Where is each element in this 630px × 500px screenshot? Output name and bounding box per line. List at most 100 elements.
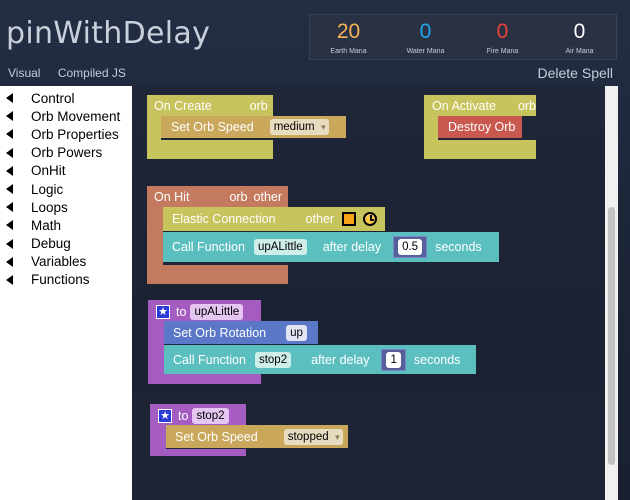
call-function-block-stop2[interactable]: Call Function stop2 after delay 1 second… [164,345,476,374]
seconds-label: seconds [413,352,461,367]
mana-panel: 20 Earth Mana 0 Water Mana 0 Fire Mana 0… [309,14,617,60]
category-loops[interactable]: Loops [0,198,132,216]
mode-tabs: Visual Compiled JS [8,66,140,80]
elastic-connection-arg: other [305,212,335,226]
after-delay-label: after delay [322,240,382,254]
set-orb-speed-block-stop2[interactable]: Set Orb Speed stopped [166,425,348,448]
call-function-label: Call Function [172,240,245,254]
delay-value-field[interactable]: 1 [386,351,401,368]
air-mana: 0 Air Mana [541,15,618,55]
workspace-scrollbar-thumb[interactable] [608,207,615,465]
category-label: Math [31,217,62,233]
water-mana: 0 Water Mana [387,15,464,55]
on-activate-header: On Activate orb [432,97,536,114]
fire-mana-value: 0 [496,20,509,43]
set-orb-speed-block[interactable]: Set Orb Speed medium [161,116,346,138]
star-icon: ★ [158,408,172,423]
category-variables[interactable]: Variables [0,253,132,271]
set-orb-rotation-block[interactable]: Set Orb Rotation up [164,321,318,344]
expand-arrow-icon [6,111,13,122]
set-orb-speed-label: Set Orb Speed [171,120,254,134]
elastic-connection-label: Elastic Connection [172,212,276,226]
on-hit-label: On Hit [154,189,190,204]
expand-arrow-icon [6,165,13,176]
elastic-connection-block[interactable]: Elastic Connection other [163,207,385,231]
category-orb-properties[interactable]: Orb Properties [0,125,132,143]
rotation-dropdown[interactable]: up [286,324,307,341]
on-activate-label: On Activate [432,98,496,113]
expand-arrow-icon [6,93,13,104]
speed-dropdown[interactable]: stopped [283,428,343,445]
category-label: Logic [31,181,64,197]
seconds-label: seconds [435,240,482,254]
expand-arrow-icon [6,256,13,267]
expand-arrow-icon [6,147,13,158]
expand-arrow-icon [6,220,13,231]
expand-arrow-icon [6,202,13,213]
category-orb-movement[interactable]: Orb Movement [0,107,132,125]
category-label: Orb Powers [31,145,103,161]
on-hit-header: On Hit orb other [154,188,282,205]
delay-value-slot[interactable]: 0.5 [393,236,428,258]
delay-value-slot[interactable]: 1 [381,348,406,371]
expand-arrow-icon [6,238,13,249]
function-name-uplittle[interactable]: upALittle [190,303,244,320]
water-mana-value: 0 [419,20,432,43]
expand-arrow-icon [6,184,13,195]
fire-mana-label: Fire Mana [486,48,519,55]
function-name-field[interactable]: stop2 [254,351,292,368]
category-label: Functions [31,272,90,288]
category-label: Variables [31,254,87,270]
delete-spell-button[interactable]: Delete Spell [538,65,614,81]
set-orb-rotation-label: Set Orb Rotation [173,325,267,340]
category-label: Loops [31,199,68,215]
block-workspace[interactable]: On Create orb Set Orb Speed medium On Ac… [132,86,618,500]
call-function-label: Call Function [173,352,246,367]
category-control[interactable]: Control [0,89,132,107]
earth-mana-value: 20 [336,20,361,43]
set-orb-speed-label: Set Orb Speed [175,429,258,444]
category-orb-powers[interactable]: Orb Powers [0,144,132,162]
water-mana-label: Water Mana [406,48,445,55]
expand-arrow-icon [6,274,13,285]
fire-mana: 0 Fire Mana [464,15,541,55]
on-hit-param-orb: orb [229,189,248,204]
expand-arrow-icon [6,129,13,140]
function-name-field[interactable]: upALittle [253,239,307,255]
category-label: OnHit [31,163,66,179]
on-hit-param-other: other [253,189,283,204]
category-label: Debug [31,236,71,252]
clock-icon [363,212,378,226]
call-function-block-uplittle[interactable]: Call Function upALittle after delay 0.5 … [163,232,499,262]
destroy-orb-block[interactable]: Destroy Orb [438,116,522,138]
category-logic[interactable]: Logic [0,180,132,198]
air-mana-label: Air Mana [565,48,594,55]
tab-visual[interactable]: Visual [8,66,40,80]
earth-mana-label: Earth Mana [330,48,367,55]
on-create-param: orb [249,98,268,113]
category-label: Orb Properties [31,126,119,142]
spell-title: pinWithDelay [6,16,211,51]
orange-square-icon [342,212,357,226]
destroy-orb-label: Destroy Orb [448,120,516,134]
on-create-header: On Create orb [154,97,268,114]
tab-compiled-js[interactable]: Compiled JS [58,66,126,80]
function-header-stop2: ★ to stop2 [158,407,229,424]
category-debug[interactable]: Debug [0,235,132,253]
air-mana-value: 0 [573,20,586,43]
category-label: Orb Movement [31,108,121,124]
on-activate-param: orb [517,98,537,113]
category-functions[interactable]: Functions [0,271,132,289]
function-to-label: to [176,304,187,319]
category-math[interactable]: Math [0,216,132,234]
speed-dropdown[interactable]: medium [269,119,329,135]
function-header-uplittle: ★ to upALittle [156,303,244,320]
on-create-label: On Create [154,98,212,113]
function-to-label: to [178,408,189,423]
function-name-stop2[interactable]: stop2 [192,407,229,424]
earth-mana: 20 Earth Mana [310,15,387,55]
category-label: Control [31,90,75,106]
delay-value-field[interactable]: 0.5 [398,239,423,255]
after-delay-label: after delay [311,352,370,367]
category-onhit[interactable]: OnHit [0,162,132,180]
